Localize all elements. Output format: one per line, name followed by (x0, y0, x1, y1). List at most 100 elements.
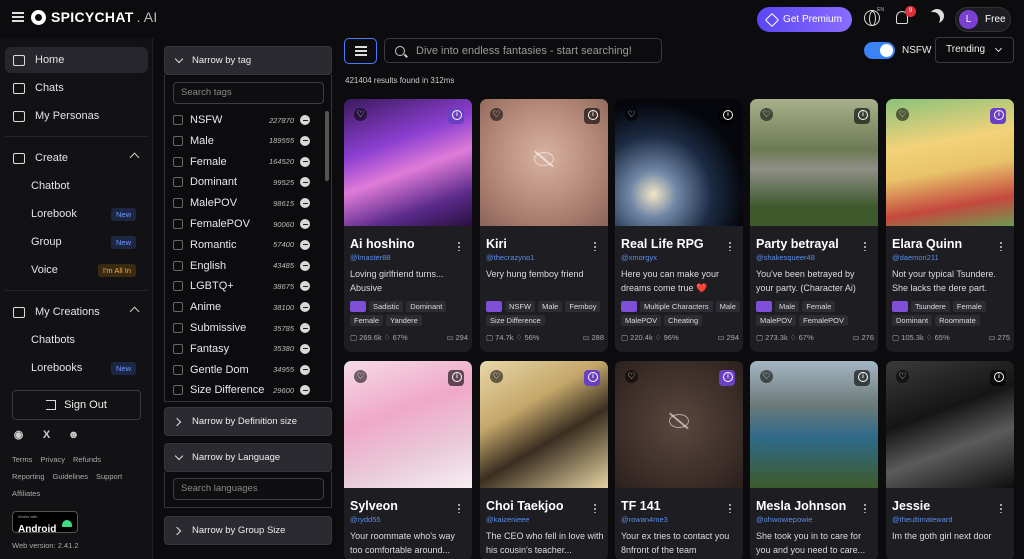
character-tag[interactable]: Male (775, 301, 800, 312)
character-card[interactable]: ♡ Kiri @thecrazyno1 Very hung femboy friend… (480, 99, 608, 352)
character-tag[interactable]: Dominant (892, 315, 933, 326)
sidebar-item-voice[interactable]: Voice I'm All In (5, 257, 148, 283)
more-options-icon[interactable] (1000, 503, 1002, 513)
tag-filter-row[interactable]: Female 164520 (173, 154, 321, 170)
narrow-by-tag-header[interactable]: Narrow by tag (164, 46, 332, 75)
character-tag[interactable]: MalePOV (621, 315, 662, 326)
heart-icon[interactable]: ♡ (354, 370, 367, 383)
character-tag[interactable]: Cheating (664, 315, 703, 326)
character-tag[interactable]: Sadistic (369, 301, 404, 312)
info-icon[interactable] (719, 108, 735, 124)
checkbox[interactable] (173, 281, 183, 292)
info-icon[interactable] (990, 108, 1006, 124)
character-card[interactable]: ♡ TF 141 @rowan4me3 Your ex tries to contac… (615, 361, 743, 559)
more-options-icon[interactable] (458, 503, 460, 513)
sidebar-item-my-creations[interactable]: My Creations (5, 299, 148, 325)
character-tag[interactable]: Size Difference (486, 315, 545, 326)
checkbox[interactable] (173, 302, 183, 313)
character-tag[interactable]: Femboy (565, 301, 601, 312)
exclude-tag-icon[interactable] (300, 239, 310, 250)
character-card[interactable]: ♡ Ai hoshino @lmaster88 Loving girlfriend t… (344, 99, 472, 352)
heart-icon[interactable]: ♡ (625, 108, 638, 121)
tag-filter-row[interactable]: Fantasy 35380 (173, 341, 321, 357)
user-menu-button[interactable]: L Free (955, 7, 1011, 32)
sort-select[interactable]: Trending (935, 37, 1014, 63)
x-icon[interactable]: X (40, 429, 53, 441)
character-tag[interactable]: Dominant (406, 301, 447, 312)
sidebar-item-create[interactable]: Create (5, 145, 148, 171)
info-icon[interactable] (990, 370, 1006, 386)
character-tag[interactable]: MalePOV (756, 315, 797, 326)
heart-icon[interactable]: ♡ (896, 108, 909, 121)
tag-filter-row[interactable]: Male 189555 (173, 133, 321, 149)
tag-filter-row[interactable]: MalePOV 98615 (173, 195, 321, 211)
discord-icon[interactable]: ◉ (12, 429, 25, 441)
refunds-link[interactable]: Refunds (73, 455, 101, 464)
more-options-icon[interactable] (458, 241, 460, 251)
creator-handle[interactable]: @daemon211 (892, 253, 939, 262)
filter-toggle-button[interactable] (344, 38, 377, 64)
heart-icon[interactable]: ♡ (760, 370, 773, 383)
checkbox[interactable] (173, 343, 183, 354)
creator-handle[interactable]: @ohwowiepowie (756, 515, 812, 524)
checkbox[interactable] (173, 115, 183, 125)
terms-link[interactable]: Terms (12, 455, 32, 464)
sidebar-item-group[interactable]: Group New (5, 229, 148, 255)
sidebar-item-lorebook[interactable]: Lorebook New (5, 201, 148, 227)
exclude-tag-icon[interactable] (300, 260, 310, 271)
info-icon[interactable] (719, 370, 735, 386)
character-card[interactable]: ♡ Sylveon @rydd55 Your roommate who's way t… (344, 361, 472, 559)
checkbox[interactable] (173, 156, 183, 167)
exclude-tag-icon[interactable] (300, 385, 310, 396)
checkbox[interactable] (173, 239, 183, 250)
exclude-tag-icon[interactable] (300, 323, 310, 333)
more-options-icon[interactable] (594, 241, 596, 251)
info-icon[interactable] (584, 370, 600, 386)
character-tag[interactable]: Multiple Characters (640, 301, 713, 312)
info-icon[interactable] (584, 108, 600, 124)
checkbox[interactable] (173, 177, 183, 188)
affiliates-link[interactable]: Affiliates (12, 489, 40, 498)
character-tag[interactable]: Tsundere (911, 301, 950, 312)
exclude-tag-icon[interactable] (300, 135, 310, 146)
character-tag[interactable]: Male (538, 301, 563, 312)
checkbox[interactable] (173, 385, 183, 396)
character-card[interactable]: ♡ Choi Taekjoo @kaizenieee The CEO who fell… (480, 361, 608, 559)
character-tag[interactable]: Yandere (386, 315, 422, 326)
hamburger-icon[interactable] (12, 12, 24, 22)
character-card[interactable]: ♡ Mesla Johnson @ohwowiepowie She took you … (750, 361, 878, 559)
creator-handle[interactable]: @shakesqueer48 (756, 253, 815, 262)
more-options-icon[interactable] (594, 503, 596, 513)
info-icon[interactable] (854, 108, 870, 124)
exclude-tag-icon[interactable] (300, 364, 310, 375)
heart-icon[interactable]: ♡ (490, 370, 503, 383)
exclude-tag-icon[interactable] (300, 177, 310, 188)
tag-filter-row[interactable]: Size Difference 29600 (173, 382, 321, 398)
creator-handle[interactable]: @rowan4me3 (621, 515, 668, 524)
tag-search-input[interactable]: Search tags (173, 82, 324, 104)
heart-icon[interactable]: ♡ (490, 108, 503, 121)
creator-handle[interactable]: @kaizenieee (486, 515, 529, 524)
logo[interactable]: SPICYCHAT. AI (31, 9, 158, 25)
exclude-tag-icon[interactable] (300, 115, 310, 125)
creator-handle[interactable]: @rydd55 (350, 515, 381, 524)
checkbox[interactable] (173, 219, 183, 229)
info-icon[interactable] (854, 370, 870, 386)
tag-filter-row[interactable]: FemalePOV 90060 (173, 216, 321, 232)
tag-filter-row[interactable]: English 43485 (173, 258, 321, 274)
checkbox[interactable] (173, 198, 183, 209)
main-search-input[interactable]: Dive into endless fantasies - start sear… (384, 38, 662, 63)
sign-out-button[interactable]: Sign Out (12, 390, 141, 420)
support-link[interactable]: Support (96, 472, 122, 481)
narrow-by-group-size-header[interactable]: Narrow by Group Size (164, 516, 332, 545)
more-options-icon[interactable] (729, 241, 731, 251)
heart-icon[interactable]: ♡ (896, 370, 909, 383)
reporting-link[interactable]: Reporting (12, 472, 45, 481)
character-tag[interactable]: Female (350, 315, 384, 326)
info-icon[interactable] (448, 108, 464, 124)
character-tag[interactable]: Female (952, 301, 986, 312)
character-card[interactable]: ♡ Jessie @theultimateward Im the goth girl … (886, 361, 1014, 559)
checkbox[interactable] (173, 135, 183, 146)
info-icon[interactable] (448, 370, 464, 386)
narrow-by-language-header[interactable]: Narrow by Language (164, 443, 332, 472)
